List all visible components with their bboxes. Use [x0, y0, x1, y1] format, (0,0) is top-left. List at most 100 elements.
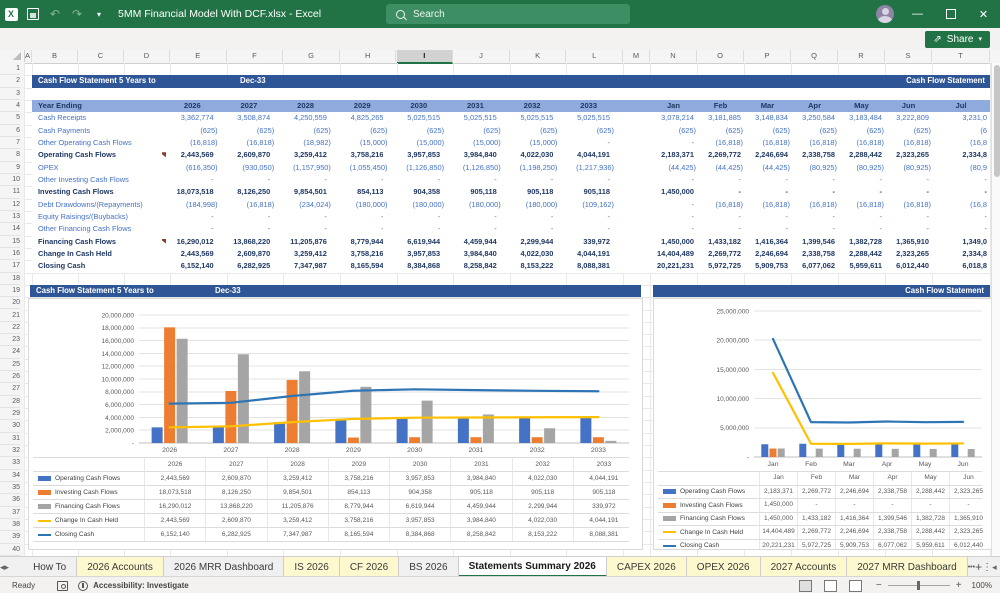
cell[interactable]: - — [650, 223, 694, 235]
cell[interactable]: (80,9 — [932, 162, 987, 174]
row-header-2[interactable]: 2 — [0, 75, 20, 87]
cell[interactable]: (1,055,450) — [340, 162, 388, 174]
cell[interactable]: 5,025,515 — [453, 112, 497, 124]
cell[interactable]: 4,022,030 — [510, 149, 554, 161]
cell[interactable]: 3,250,584 — [791, 112, 835, 124]
cell[interactable]: (44,425) — [650, 162, 696, 174]
more-sheets-button[interactable]: ••• — [968, 557, 975, 577]
cell[interactable]: 2,443,569 — [170, 248, 214, 260]
cell[interactable]: 5,959,611 — [838, 260, 882, 272]
month-header-Jun[interactable]: Jun — [885, 100, 932, 112]
sheet-tab-2026-accounts[interactable]: 2026 Accounts — [77, 557, 164, 577]
zoom-slider[interactable] — [888, 585, 950, 586]
cell[interactable]: (16,818) — [838, 199, 884, 211]
row-header-35[interactable]: 35 — [0, 482, 20, 494]
month-header-Jul[interactable]: Jul — [932, 100, 990, 112]
cell[interactable]: 2,443,569 — [170, 149, 214, 161]
save-icon[interactable] — [22, 4, 44, 24]
column-header-S[interactable]: S — [885, 50, 932, 62]
cell[interactable]: (625) — [744, 125, 790, 137]
sheet-tab-2027-mrr-dashboard[interactable]: 2027 MRR Dashboard — [847, 557, 968, 577]
row-label[interactable]: Equity Raisings/(Buybacks) — [36, 211, 166, 223]
cell[interactable]: - — [885, 186, 929, 198]
row-label[interactable]: Other Investing Cash Flows — [36, 174, 166, 186]
cell[interactable]: (44,425) — [744, 162, 790, 174]
column-header-L[interactable]: L — [566, 50, 623, 62]
cell[interactable]: 2,183,371 — [650, 149, 694, 161]
sheet-tab-opex-2026[interactable]: OPEX 2026 — [687, 557, 761, 577]
row-header-40[interactable]: 40 — [0, 544, 20, 556]
cell[interactable]: 8,779,944 — [340, 236, 384, 248]
cell[interactable]: (625) — [697, 125, 743, 137]
row-header-26[interactable]: 26 — [0, 371, 20, 383]
year-header-2033[interactable]: 2033 — [566, 100, 611, 112]
row-label[interactable]: Other Financing Cash Flows — [36, 223, 166, 235]
cell[interactable]: - — [453, 223, 497, 235]
cell[interactable]: 5,025,515 — [397, 112, 441, 124]
cell[interactable]: - — [885, 223, 929, 235]
year-header-2026[interactable]: 2026 — [170, 100, 215, 112]
cell[interactable]: (625) — [397, 125, 445, 137]
cell[interactable]: (16,818) — [697, 137, 743, 149]
cell[interactable]: 4,459,944 — [453, 236, 497, 248]
cell[interactable]: (625) — [453, 125, 501, 137]
close-button[interactable]: ✕ — [967, 0, 1000, 28]
sheet-tab-bs-2026[interactable]: BS 2026 — [399, 557, 458, 577]
cell[interactable]: - — [566, 137, 610, 149]
cell[interactable]: 2,338,758 — [791, 149, 835, 161]
column-header-B[interactable]: B — [32, 50, 78, 62]
cell[interactable]: (1,217,936) — [566, 162, 614, 174]
cell[interactable]: 9,854,501 — [283, 186, 327, 198]
row-header-29[interactable]: 29 — [0, 408, 20, 420]
cell[interactable]: - — [650, 211, 694, 223]
cell[interactable]: (15,000) — [510, 137, 558, 149]
excel-app-icon[interactable]: X — [0, 4, 22, 24]
cell[interactable]: 904,358 — [397, 186, 441, 198]
tab-options-kebab-icon[interactable]: ⋮ — [982, 557, 992, 577]
row-label[interactable]: Closing Cash — [36, 260, 166, 272]
cell[interactable]: 8,258,842 — [453, 260, 497, 272]
cell[interactable]: (16,818) — [885, 137, 931, 149]
cell[interactable]: 5,025,515 — [510, 112, 554, 124]
cell[interactable]: (1,126,850) — [453, 162, 501, 174]
cell[interactable]: - — [566, 223, 610, 235]
cell[interactable]: 8,126,250 — [227, 186, 271, 198]
cell[interactable]: - — [932, 174, 987, 186]
cell[interactable]: 3,231,0 — [932, 112, 987, 124]
row-header-25[interactable]: 25 — [0, 359, 20, 371]
cell[interactable]: (80,925) — [791, 162, 837, 174]
cell[interactable]: - — [510, 211, 554, 223]
cell[interactable]: - — [838, 211, 882, 223]
cell[interactable]: 4,022,030 — [510, 248, 554, 260]
cell[interactable]: - — [397, 223, 441, 235]
cell[interactable]: (16,818) — [791, 137, 837, 149]
row-header-22[interactable]: 22 — [0, 322, 20, 334]
month-header-May[interactable]: May — [838, 100, 885, 112]
cell[interactable]: - — [227, 223, 271, 235]
cell[interactable]: (16,818) — [170, 137, 218, 149]
cell[interactable]: 14,404,489 — [650, 248, 694, 260]
cell[interactable]: (16,818) — [885, 199, 931, 211]
column-header-Q[interactable]: Q — [791, 50, 838, 62]
cell[interactable]: (625) — [170, 125, 218, 137]
cell[interactable]: - — [791, 211, 835, 223]
column-header-I[interactable]: I — [397, 50, 454, 64]
cell[interactable]: - — [885, 174, 929, 186]
cell[interactable]: 18,073,518 — [170, 186, 214, 198]
month-header-Feb[interactable]: Feb — [697, 100, 744, 112]
cell[interactable]: - — [453, 211, 497, 223]
cell[interactable]: - — [744, 223, 788, 235]
cell[interactable]: 1,416,364 — [744, 236, 788, 248]
cell[interactable]: (80,925) — [885, 162, 931, 174]
select-all-button[interactable] — [0, 50, 25, 62]
cell[interactable]: 6,152,140 — [170, 260, 214, 272]
cell[interactable]: - — [932, 186, 987, 198]
cell[interactable]: - — [283, 223, 327, 235]
cell[interactable]: 2,246,694 — [744, 149, 788, 161]
cell[interactable]: 1,382,728 — [838, 236, 882, 248]
cell[interactable]: 6,619,944 — [397, 236, 441, 248]
row-header-37[interactable]: 37 — [0, 507, 20, 519]
cell[interactable]: 3,362,774 — [170, 112, 214, 124]
row-header-19[interactable]: 19 — [0, 285, 20, 297]
cell[interactable]: 2,288,442 — [838, 248, 882, 260]
